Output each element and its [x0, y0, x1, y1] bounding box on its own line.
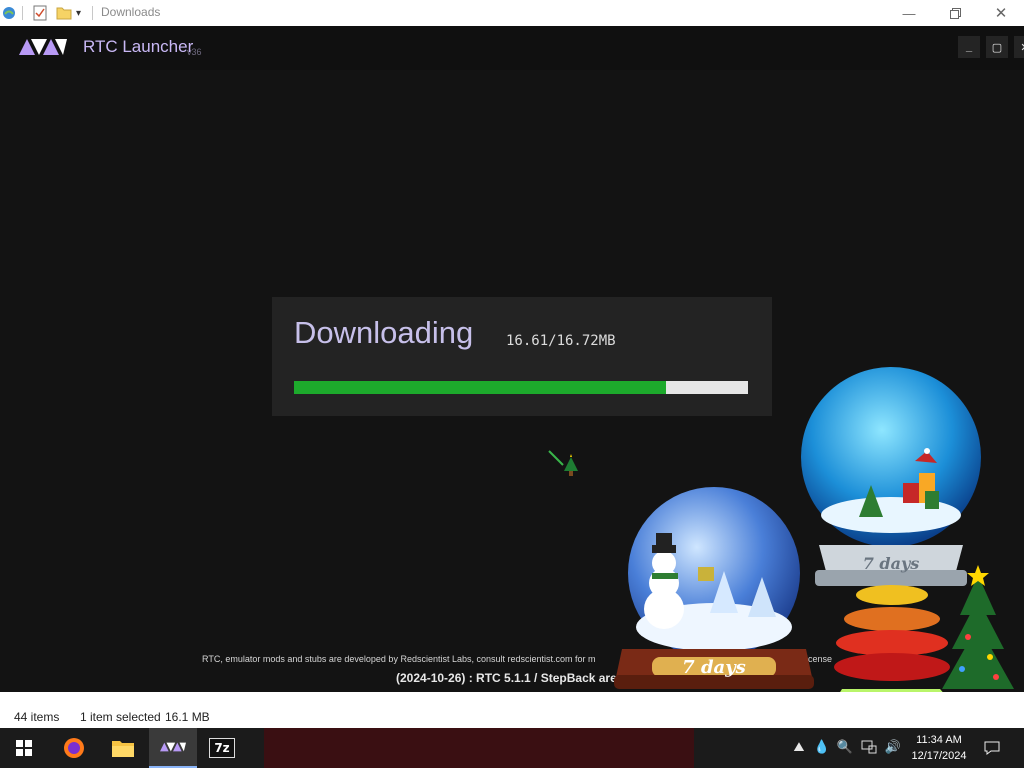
selection-size: 16.1 MB [165, 710, 210, 724]
christmas-tree-cursor-icon [548, 450, 578, 476]
customize-quick-access-icon[interactable]: ▾ [76, 4, 81, 22]
taskbar: 7z ⛰ 💧 🔍 🔊 11:34 AM 12/17/2024 [0, 728, 1024, 768]
system-clock[interactable]: 11:34 AM 12/17/2024 [908, 732, 970, 764]
properties-icon[interactable] [33, 4, 47, 22]
item-count: 44 items [14, 710, 60, 724]
taskbar-7zip[interactable]: 7z [198, 728, 246, 768]
explorer-title-bar: ▾ Downloads — ✕ [0, 0, 1024, 27]
footer-release-info: (2024-10-26) : RTC 5.1.1 / StepBack are … [396, 671, 642, 685]
desktop-wallpaper [264, 728, 694, 768]
launcher-header: RTC Launcher v36 _ ▢ ✕ [0, 26, 1024, 70]
rtc-launcher-icon [160, 742, 186, 752]
download-heading: Downloading [294, 315, 474, 350]
windows-logo-icon [16, 740, 32, 756]
volume-icon[interactable]: 🔊 [884, 738, 902, 756]
folder-icon [112, 741, 134, 757]
explorer-minimize-button[interactable]: — [886, 0, 932, 26]
snow-globe-gifts-icon: 7 days [801, 367, 981, 586]
footer-credits: RTC, emulator mods and stubs are develop… [202, 654, 833, 664]
selection-info: 1 item selected [80, 710, 161, 724]
new-folder-icon[interactable] [56, 4, 72, 22]
explorer-window-title: Downloads [101, 5, 161, 19]
explorer-app-icon[interactable] [2, 4, 16, 22]
snow-globe-snowman-icon: 7 days [614, 487, 814, 689]
people-icon[interactable]: ⛰ [790, 738, 808, 756]
rtc-logo [19, 39, 67, 55]
clock-time: 11:34 AM [916, 734, 962, 746]
download-progress-bar [294, 381, 748, 394]
start-button[interactable] [0, 728, 48, 768]
taskbar-firefox[interactable] [50, 728, 98, 768]
7zip-icon: 7z [209, 738, 235, 758]
download-progress-fill [294, 381, 667, 394]
app-title: RTC Launcher [83, 37, 194, 56]
water-drop-icon[interactable]: 💧 [813, 738, 831, 756]
download-size: 16.61/16.72MB [506, 333, 616, 349]
search-tray-icon[interactable]: 🔍 [836, 738, 854, 756]
launcher-close-button[interactable]: ✕ [1014, 36, 1024, 58]
launcher-minimize-button[interactable]: _ [958, 36, 980, 58]
explorer-close-button[interactable]: ✕ [978, 0, 1024, 26]
explorer-status-bar: 44 items 1 item selected 16.1 MB [0, 692, 1024, 728]
app-version: v36 [187, 47, 202, 57]
explorer-restore-button[interactable] [932, 0, 978, 26]
clock-date: 12/17/2024 [911, 750, 967, 762]
network-icon[interactable] [860, 738, 878, 756]
launcher-maximize-button[interactable]: ▢ [986, 36, 1008, 58]
firefox-icon [64, 738, 84, 758]
taskbar-file-explorer[interactable] [99, 728, 147, 768]
taskbar-rtc-launcher[interactable] [149, 728, 197, 768]
action-center-icon[interactable] [982, 738, 1002, 758]
globe-days-label-bottom: 7 days [682, 657, 746, 678]
download-panel: Downloading 16.61/16.72MB [272, 297, 772, 416]
